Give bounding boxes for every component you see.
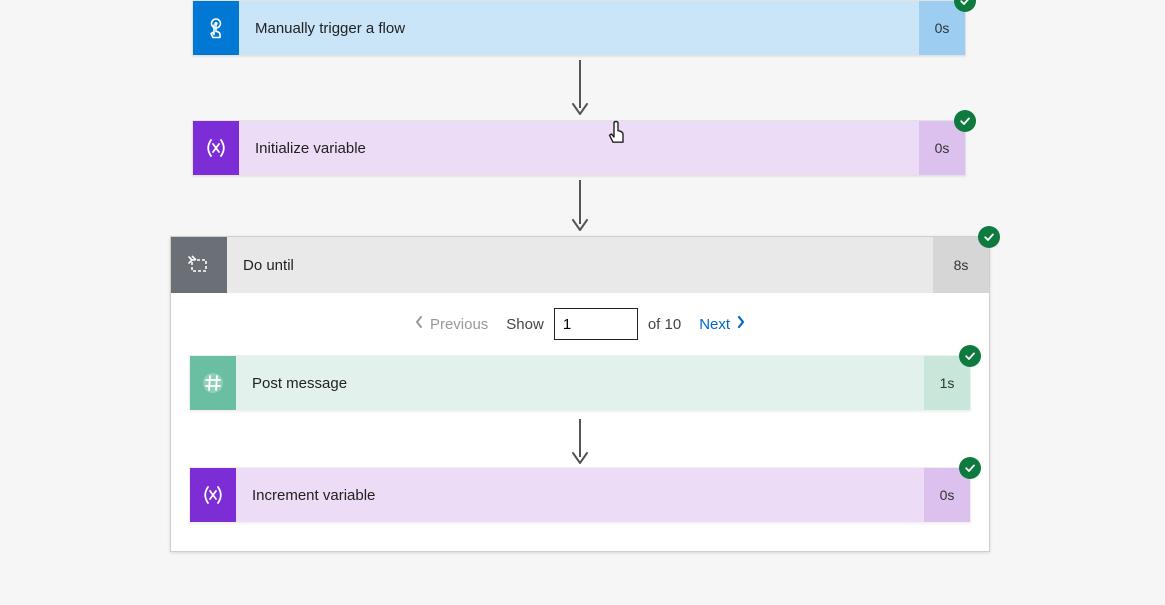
arrow-down-icon: [570, 56, 590, 118]
variable-icon: [190, 468, 236, 522]
step-title: Increment variable: [236, 468, 924, 522]
previous-iteration-button[interactable]: Previous: [414, 315, 488, 333]
variable-icon: [193, 121, 239, 175]
chevron-left-icon: [414, 315, 424, 333]
step-duration: 8s: [933, 237, 989, 293]
step-do-until-header[interactable]: Do until 8s: [171, 237, 989, 293]
step-trigger[interactable]: Manually trigger a flow 0s: [192, 0, 966, 56]
flow-canvas: Manually trigger a flow 0s Initialize va…: [0, 0, 1165, 605]
success-badge-icon: [959, 457, 981, 479]
of-total-label: of 10: [648, 316, 681, 333]
next-label: Next: [699, 316, 730, 333]
arrow-down-icon: [570, 176, 590, 234]
iteration-input[interactable]: [554, 308, 638, 340]
show-label: Show: [506, 316, 544, 333]
step-post-message[interactable]: Post message 1s: [189, 355, 971, 411]
arrow-down-icon: [189, 411, 971, 467]
success-badge-icon: [954, 110, 976, 132]
touch-icon: [193, 1, 239, 55]
step-increment-variable[interactable]: Increment variable 0s: [189, 467, 971, 523]
step-title: Initialize variable: [239, 121, 919, 175]
step-initialize-variable[interactable]: Initialize variable 0s: [192, 120, 966, 176]
hash-icon: [190, 356, 236, 410]
step-title: Manually trigger a flow: [239, 1, 919, 55]
success-badge-icon: [959, 345, 981, 367]
next-iteration-button[interactable]: Next: [699, 315, 746, 333]
previous-label: Previous: [430, 316, 488, 333]
show-iteration-group: Show of 10: [506, 308, 681, 340]
step-do-until-container[interactable]: Do until 8s Previous Show of 10: [170, 236, 990, 552]
loop-icon: [171, 237, 227, 293]
do-until-body: Previous Show of 10 Next: [171, 293, 989, 551]
step-title: Do until: [227, 237, 933, 293]
chevron-right-icon: [736, 315, 746, 333]
step-title: Post message: [236, 356, 924, 410]
iteration-pager: Previous Show of 10 Next: [189, 293, 971, 355]
success-badge-icon: [978, 226, 1000, 248]
